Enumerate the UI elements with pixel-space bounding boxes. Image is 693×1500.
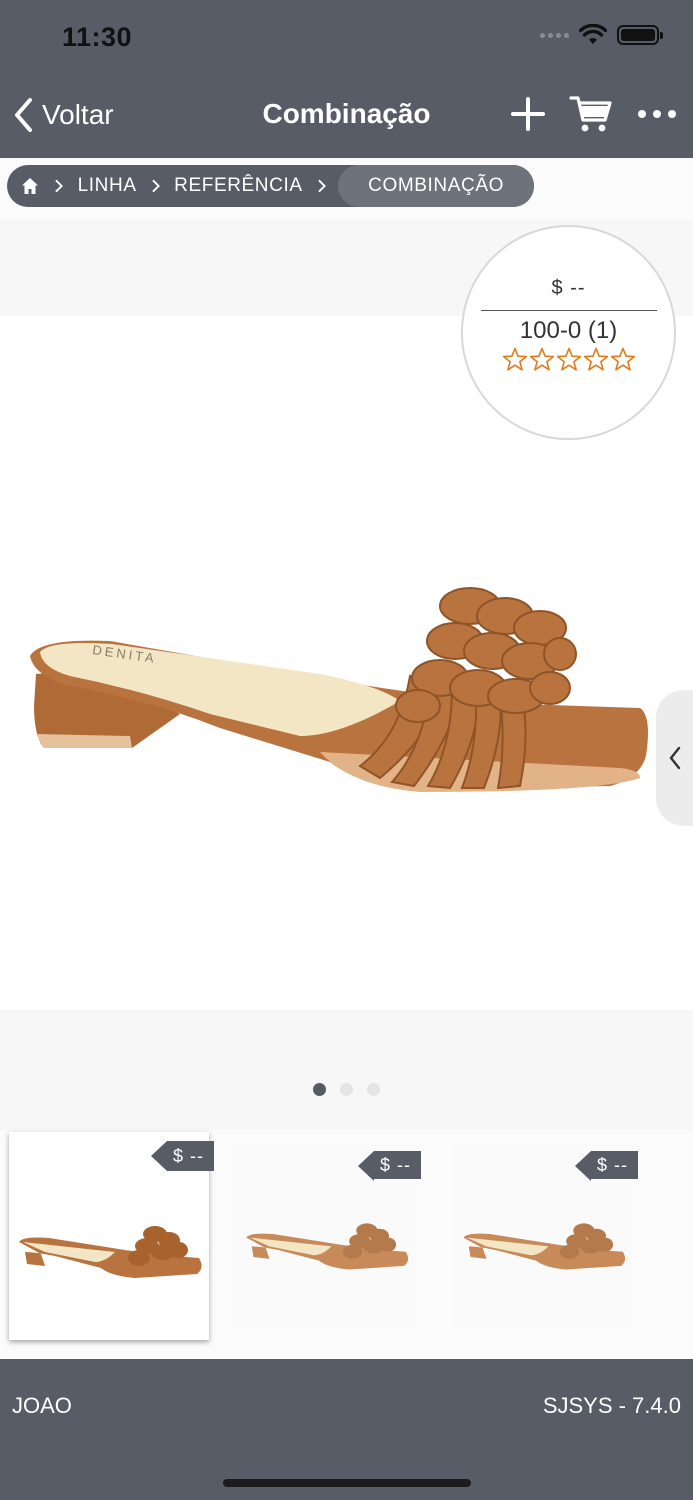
breadcrumb-active-label: COMBINAÇÃO	[368, 175, 505, 196]
back-button[interactable]: Voltar	[10, 96, 114, 134]
cart-button[interactable]	[569, 94, 613, 134]
chevron-right-icon	[317, 179, 326, 193]
more-button[interactable]	[637, 109, 677, 119]
divider	[480, 310, 657, 311]
chevron-right-icon	[55, 179, 64, 193]
breadcrumb-item-referencia[interactable]: REFERÊNCIA	[174, 175, 302, 197]
footer-bar: JOAO SJSYS - 7.4.0	[0, 1359, 693, 1500]
thumbnail-2[interactable]: $ --	[236, 1145, 421, 1327]
star-icon	[529, 347, 554, 371]
status-icons	[540, 24, 663, 46]
thumbnail-sandal-image	[246, 1223, 409, 1270]
footer-user: JOAO	[12, 1393, 72, 1418]
footer-version: SJSYS - 7.4.0	[542, 1393, 681, 1418]
thumbnail-price-tag: $ --	[575, 1151, 638, 1181]
thumbnail-price: $ --	[380, 1154, 411, 1175]
product-code: 100-0 (1)	[519, 317, 618, 344]
rating-stars[interactable]	[463, 347, 674, 371]
battery-icon	[617, 25, 663, 45]
home-indicator[interactable]	[223, 1479, 471, 1487]
home-icon	[22, 178, 38, 194]
thumbnail-price: $ --	[173, 1145, 204, 1166]
thumbnail-3[interactable]: $ --	[453, 1145, 638, 1327]
top-bar: 11:30 Voltar Combinação	[0, 0, 693, 158]
thumbnail-1[interactable]: $ --	[9, 1132, 214, 1340]
carousel-dot[interactable]	[313, 1083, 326, 1096]
status-time: 11:30	[62, 22, 133, 52]
cart-icon	[569, 96, 612, 132]
thumbnail-sandal-image	[19, 1226, 202, 1278]
plus-icon	[511, 97, 545, 131]
nav-actions	[511, 94, 677, 134]
thumbnail-price-tag: $ --	[358, 1151, 421, 1181]
more-icon	[638, 110, 676, 118]
signal-icon	[540, 32, 569, 38]
star-icon	[610, 347, 635, 371]
breadcrumb-home[interactable]	[21, 176, 40, 196]
breadcrumb: LINHA REFERÊNCIA COMBINAÇÃO	[7, 165, 535, 207]
chevron-left-icon	[15, 98, 32, 132]
side-drawer-tab[interactable]	[656, 690, 693, 826]
thumbnail-sandal-image	[463, 1223, 626, 1270]
wifi-icon	[579, 24, 607, 44]
star-icon	[502, 347, 527, 371]
star-icon	[556, 347, 581, 371]
product-price: $ --	[551, 277, 586, 299]
product-bottom-band	[0, 1010, 693, 1130]
breadcrumb-item-combinacao[interactable]: COMBINAÇÃO	[338, 165, 535, 207]
page-title: Combinação	[262, 98, 431, 129]
back-label: Voltar	[42, 99, 114, 130]
chevron-right-icon	[151, 179, 160, 193]
thumbnail-price: $ --	[597, 1154, 628, 1175]
star-icon	[583, 347, 608, 371]
add-button[interactable]	[511, 97, 545, 131]
breadcrumb-item-linha[interactable]: LINHA	[78, 175, 137, 197]
thumbnail-price-tag: $ --	[151, 1141, 214, 1171]
chevron-left-icon	[668, 746, 680, 770]
carousel-dot[interactable]	[340, 1083, 353, 1096]
price-badge: $ -- 100-0 (1)	[461, 225, 676, 440]
carousel-dots	[313, 1083, 380, 1096]
carousel-dot[interactable]	[367, 1083, 380, 1096]
